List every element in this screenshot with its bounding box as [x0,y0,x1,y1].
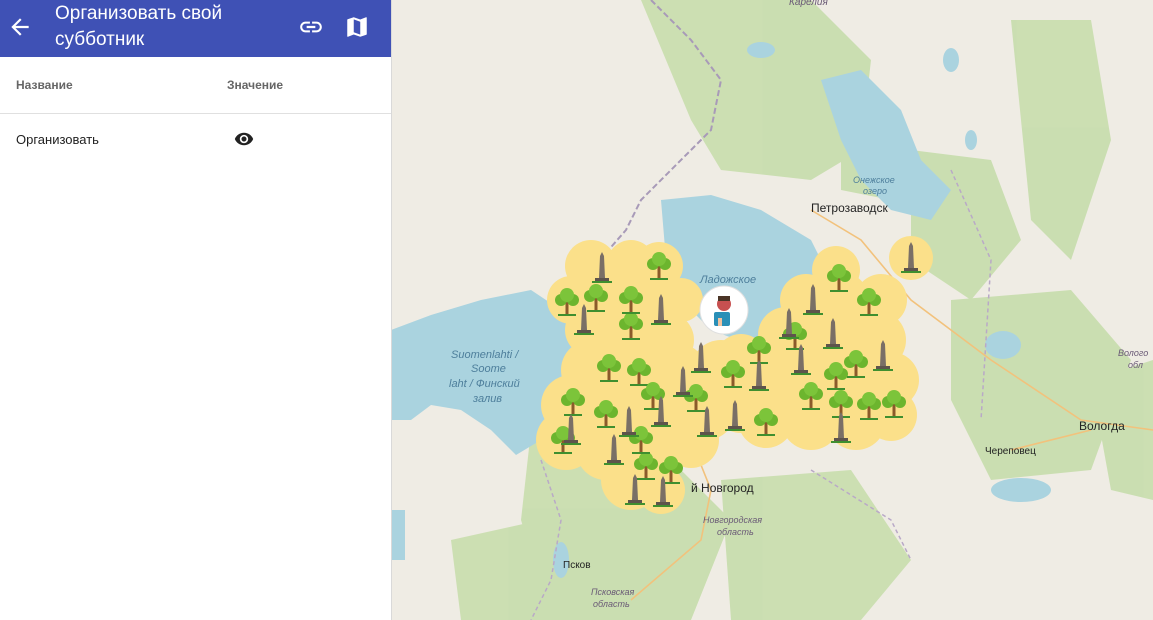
page-title: Организовать свой субботник [55,3,223,50]
label-pskov-oblast-1: Псковская [591,587,635,597]
app-bar: Организовать свой субботник [0,0,391,57]
user-location-icon[interactable] [699,285,749,335]
label-onega-lake-2: озеро [863,186,887,196]
label-karelia: Карелия [789,0,828,8]
column-name-header: Название [16,78,73,92]
label-vologda-oblast-1: Волого [1118,348,1148,358]
map-view[interactable]: Карелия Онежское озеро Петрозаводск Ладо… [391,0,1153,620]
link-icon[interactable] [298,14,324,40]
label-gulf-4: залив [472,393,502,405]
eye-icon[interactable] [234,131,254,147]
map-canvas[interactable]: Карелия Онежское озеро Петрозаводск Ладо… [391,0,1153,620]
label-gulf-3: laht / Финский [449,378,520,390]
table-row: Организовать [0,114,391,164]
column-value-header: Значение [227,78,284,92]
table-header: Название Значение [0,57,391,114]
arrow-back-icon[interactable] [7,14,33,40]
label-gulf-2: Soome [471,363,506,375]
label-cherepovets: Череповец [985,446,1036,457]
label-novgorod-oblast-2: область [717,527,754,537]
row-name: Организовать [16,132,99,147]
label-gulf-1: Suomenlahti / [451,349,519,361]
label-vologda-oblast-2: обл [1128,360,1143,370]
label-ladoga: Ладожское [699,274,756,286]
label-pskov: Псков [563,560,591,571]
label-petrozavodsk: Петрозаводск [811,201,888,215]
map-icon[interactable] [344,14,370,40]
label-vologda: Вологда [1079,419,1125,433]
label-pskov-oblast-2: область [593,599,630,609]
label-onega-lake-1: Онежское [853,175,895,185]
side-panel: Организовать свой субботник Название Зна… [0,0,392,620]
label-novgorod: й Новгород [691,481,754,495]
label-novgorod-oblast-1: Новгородская [703,515,762,525]
